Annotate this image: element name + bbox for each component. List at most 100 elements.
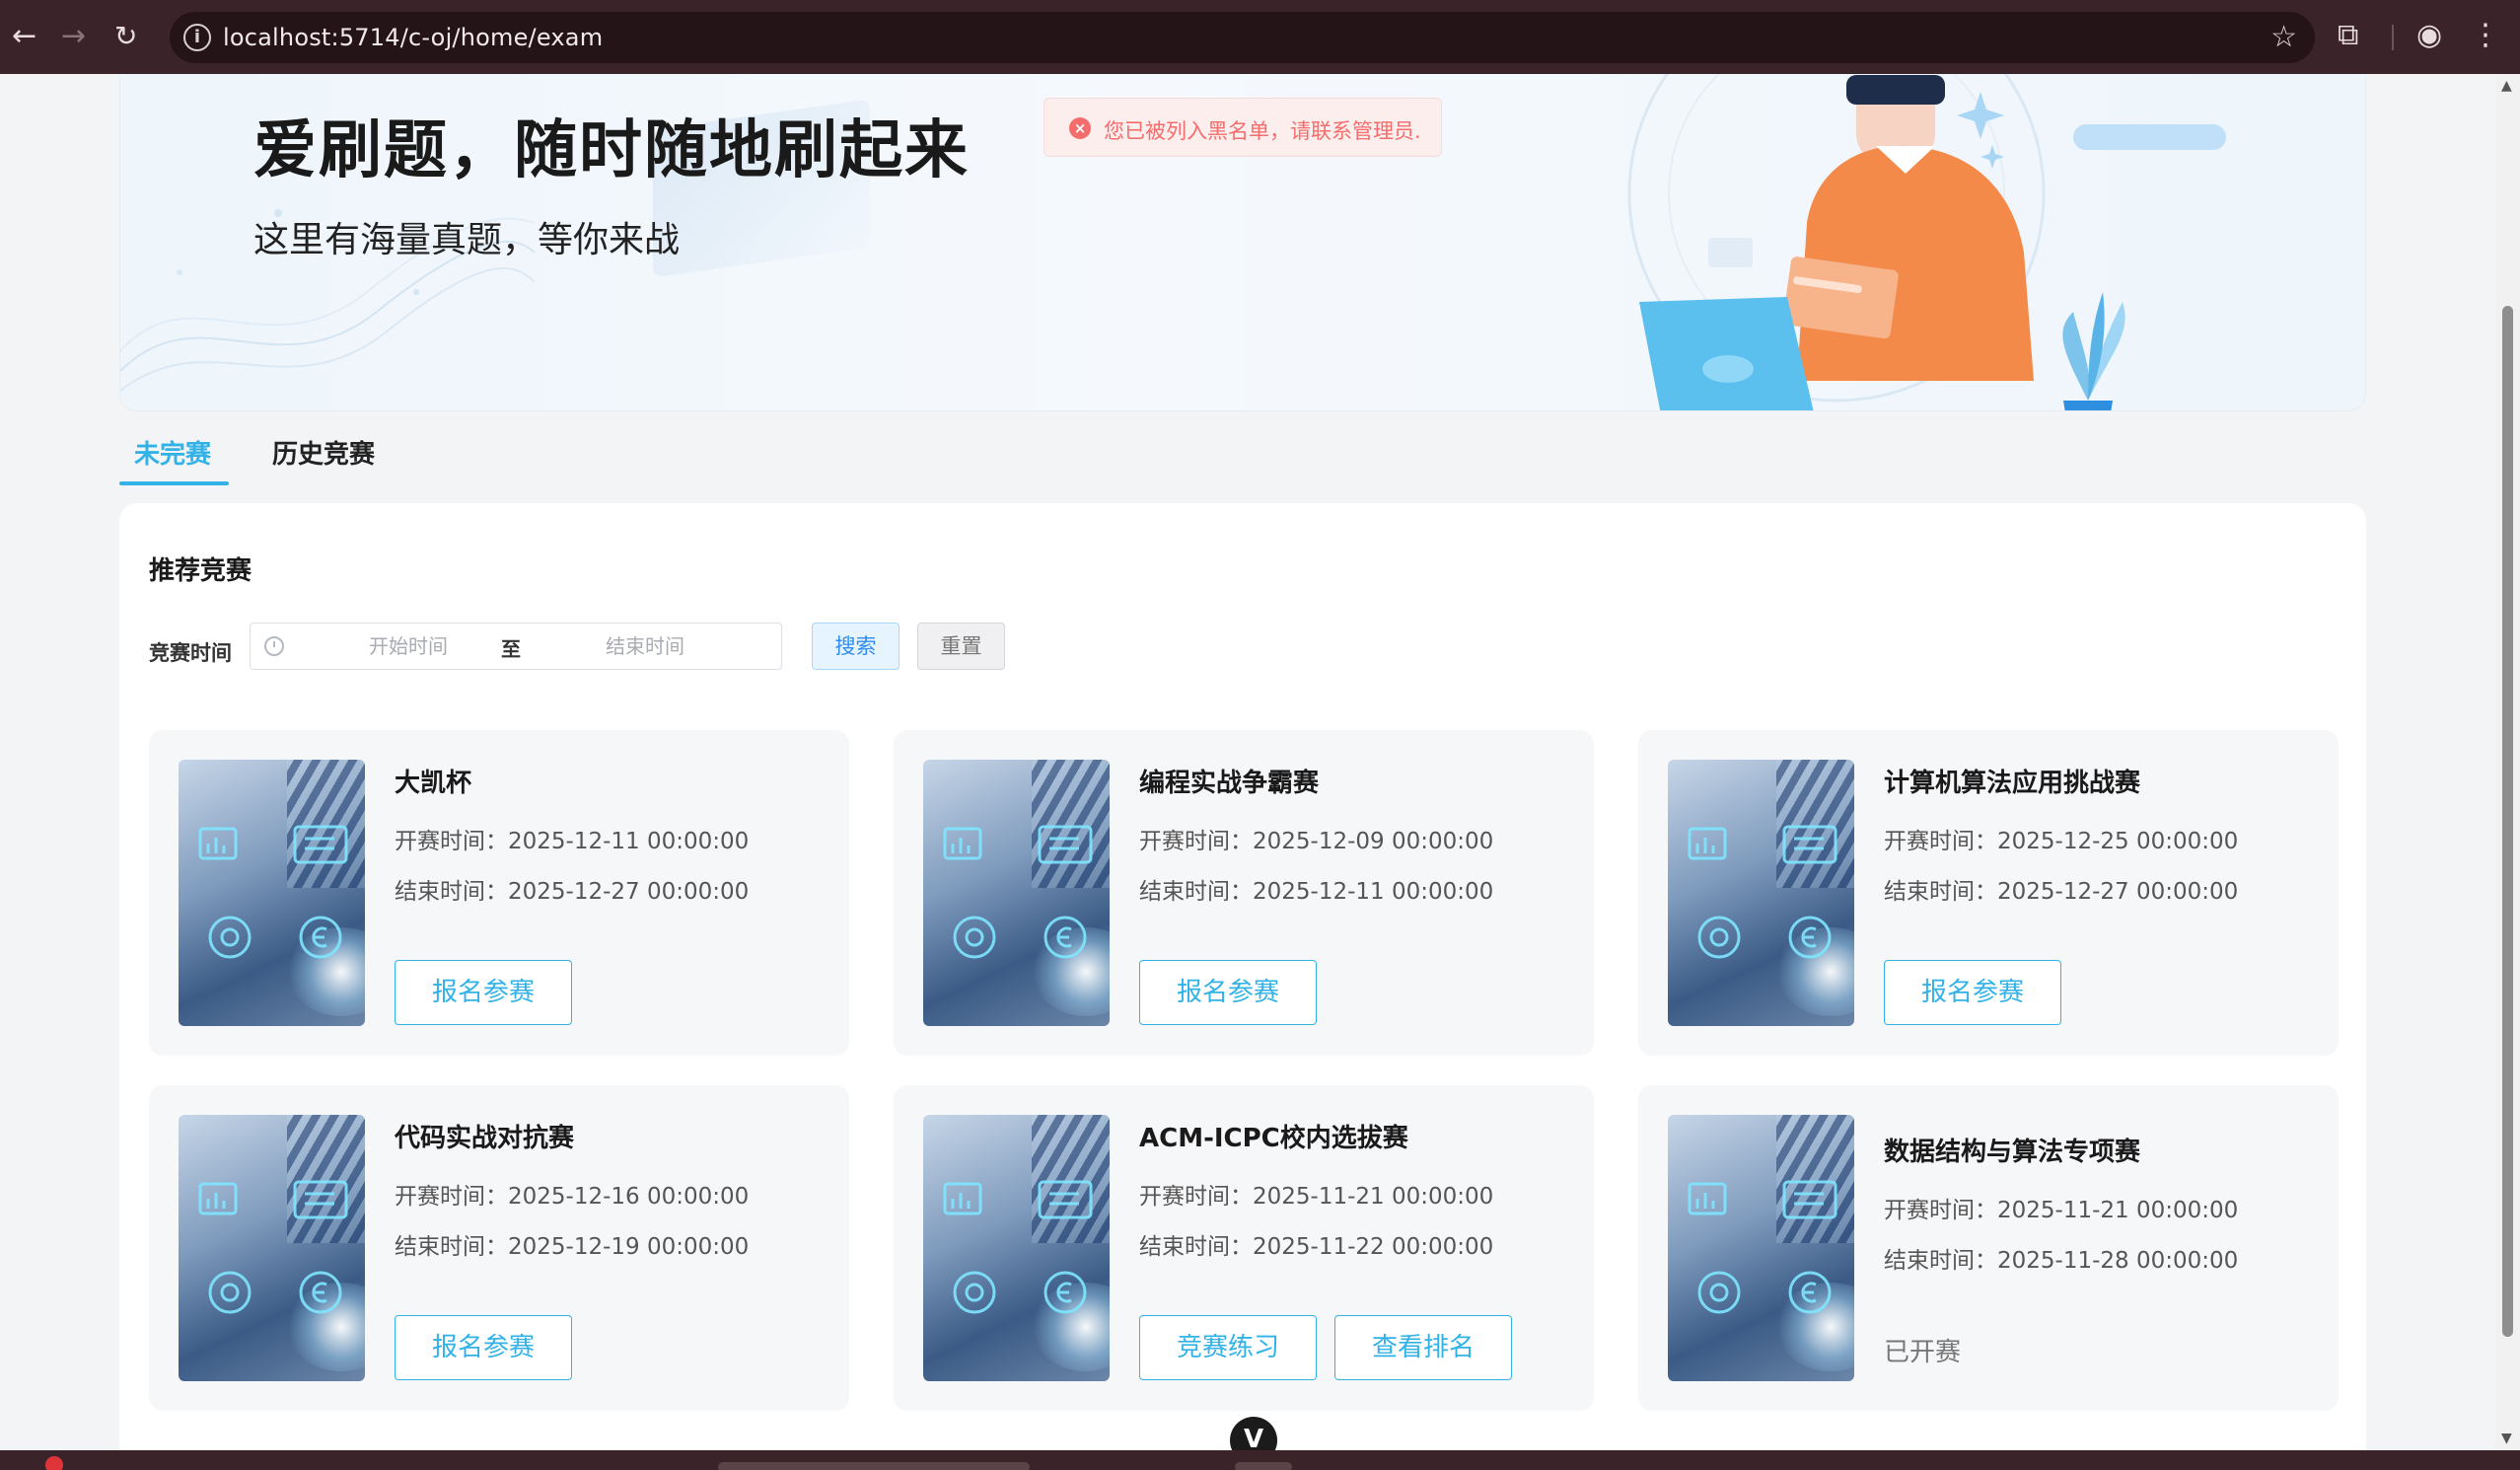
- active-tab-indicator: [119, 481, 229, 485]
- contest-title: ACM-ICPC校内选拔赛: [1139, 1124, 1408, 1153]
- contest-title: 大凯杯: [395, 769, 472, 798]
- start-time-label: 开赛时间：: [395, 1184, 508, 1210]
- start-time-value: 2025-11-21 00:00:00: [1997, 1198, 2239, 1223]
- start-time-label: 开赛时间：: [1884, 1198, 1997, 1223]
- end-time-value: 2025-11-22 00:00:00: [1253, 1234, 1494, 1260]
- contest-end-time: 结束时间：2025-12-11 00:00:00: [1139, 872, 1493, 906]
- contest-end-time: 结束时间：2025-12-27 00:00:00: [395, 872, 749, 906]
- start-time-value: 2025-12-09 00:00:00: [1253, 829, 1494, 854]
- os-taskbar: [0, 1450, 2520, 1470]
- end-time-value: 2025-12-27 00:00:00: [508, 879, 750, 905]
- taskbar-item[interactable]: [1235, 1462, 1292, 1470]
- search-button[interactable]: 搜索: [812, 623, 900, 670]
- contest-thumbnail: [923, 1115, 1110, 1381]
- contest-title: 数据结构与算法专项赛: [1884, 1138, 2141, 1167]
- contest-title: 计算机算法应用挑战赛: [1884, 769, 2141, 798]
- start-time-value: 2025-11-21 00:00:00: [1253, 1184, 1494, 1210]
- end-time-label: 结束时间：: [395, 879, 508, 905]
- start-time-label: 开赛时间：: [395, 829, 508, 854]
- scroll-up-arrow-icon[interactable]: ▲: [2501, 78, 2512, 94]
- filter-label: 竞赛时间: [149, 641, 232, 665]
- page-scrollbar[interactable]: ▲ ▼: [2495, 74, 2520, 1450]
- register-button[interactable]: 报名参赛: [1884, 960, 2061, 1025]
- banner-title: 爱刷题，随时随地刷起来: [253, 114, 970, 187]
- contest-card: 数据结构与算法专项赛 开赛时间：2025-11-21 00:00:00 结束时间：2…: [1638, 1085, 2339, 1411]
- end-date-input[interactable]: [546, 631, 744, 661]
- contest-end-time: 结束时间：2025-11-22 00:00:00: [1139, 1227, 1493, 1261]
- contest-card: ACM-ICPC校内选拔赛 开赛时间：2025-11-21 00:00:00 结束时…: [894, 1085, 1594, 1411]
- register-button[interactable]: 报名参赛: [1139, 960, 1317, 1025]
- contest-end-time: 结束时间：2025-12-19 00:00:00: [395, 1227, 749, 1261]
- site-info-icon[interactable]: i: [183, 24, 211, 51]
- tab-history[interactable]: 历史竞赛: [272, 434, 375, 471]
- contest-start-time: 开赛时间：2025-11-21 00:00:00: [1884, 1191, 2238, 1224]
- contest-start-time: 开赛时间：2025-12-11 00:00:00: [395, 822, 749, 855]
- start-date-input[interactable]: [310, 631, 507, 661]
- contest-thumbnail: [179, 1115, 365, 1381]
- contest-start-time: 开赛时间：2025-12-09 00:00:00: [1139, 822, 1493, 855]
- start-time-label: 开赛时间：: [1884, 829, 1997, 854]
- contest-title: 代码实战对抗赛: [395, 1124, 575, 1153]
- end-time-label: 结束时间：: [1884, 879, 1997, 905]
- contest-start-time: 开赛时间：2025-12-16 00:00:00: [395, 1177, 749, 1211]
- contest-start-time: 开赛时间：2025-11-21 00:00:00: [1139, 1177, 1493, 1211]
- contest-status: 已开赛: [1884, 1338, 1962, 1367]
- contest-thumbnail: [923, 760, 1110, 1026]
- start-time-value: 2025-12-25 00:00:00: [1997, 829, 2239, 854]
- reload-icon[interactable]: ↻: [114, 22, 137, 51]
- contest-thumbnail: [179, 760, 365, 1026]
- app-icon[interactable]: [45, 1456, 63, 1470]
- date-range-picker[interactable]: 至: [250, 623, 782, 670]
- start-time-label: 开赛时间：: [1139, 829, 1253, 854]
- end-time-value: 2025-12-27 00:00:00: [1997, 879, 2239, 905]
- start-time-label: 开赛时间：: [1139, 1184, 1253, 1210]
- banner-subtitle: 这里有海量真题，等你来战: [253, 220, 681, 260]
- toolbar-divider: [2392, 25, 2394, 50]
- clock-icon: [264, 636, 284, 656]
- back-icon[interactable]: ←: [12, 22, 36, 51]
- end-time-value: 2025-11-28 00:00:00: [1997, 1248, 2239, 1274]
- practice-button[interactable]: 竞赛练习: [1139, 1315, 1317, 1380]
- forward-icon[interactable]: →: [61, 22, 86, 51]
- ranking-button[interactable]: 查看排名: [1334, 1315, 1512, 1380]
- range-separator: 至: [501, 637, 521, 661]
- wave-decoration: [120, 209, 535, 392]
- toast-message: 您已被列入黑名单，请联系管理员.: [1104, 119, 1421, 143]
- contest-thumbnail: [1668, 1115, 1854, 1381]
- address-bar[interactable]: i localhost:5714/c-oj/home/exam ☆: [170, 12, 2315, 63]
- contest-card: 编程实战争霸赛 开赛时间：2025-12-09 00:00:00 结束时间：2025…: [894, 730, 1594, 1056]
- error-toast: × 您已被列入黑名单，请联系管理员.: [1044, 98, 1442, 157]
- contest-start-time: 开赛时间：2025-12-25 00:00:00: [1884, 822, 2238, 855]
- bookmark-star-icon[interactable]: ☆: [2270, 20, 2297, 54]
- scroll-thumb[interactable]: [2502, 306, 2513, 1337]
- contest-card: 代码实战对抗赛 开赛时间：2025-12-16 00:00:00 结束时间：2025…: [149, 1085, 849, 1411]
- contest-end-time: 结束时间：2025-11-28 00:00:00: [1884, 1241, 2238, 1275]
- url-text[interactable]: localhost:5714/c-oj/home/exam: [223, 24, 603, 51]
- reset-button[interactable]: 重置: [917, 623, 1005, 670]
- extensions-icon[interactable]: ⧉: [2338, 20, 2358, 51]
- error-circle-icon: ×: [1069, 117, 1091, 139]
- contest-card: 大凯杯开赛时间：2025-12-11 00:00:00 结束时间：2025-12-…: [149, 730, 849, 1056]
- browser-toolbar: ← → ↻ i localhost:5714/c-oj/home/exam ☆ …: [0, 0, 2520, 74]
- start-time-value: 2025-12-16 00:00:00: [508, 1184, 750, 1210]
- section-title: 推荐竞赛: [149, 556, 252, 586]
- end-time-label: 结束时间：: [395, 1234, 508, 1260]
- end-time-label: 结束时间：: [1884, 1248, 1997, 1274]
- end-time-label: 结束时间：: [1139, 1234, 1253, 1260]
- tab-unfinished[interactable]: 未完赛: [134, 434, 211, 471]
- register-button[interactable]: 报名参赛: [395, 1315, 572, 1380]
- contest-card: 计算机算法应用挑战赛 开赛时间：2025-12-25 00:00:00 结束时间：2…: [1638, 730, 2339, 1056]
- contest-title: 编程实战争霸赛: [1139, 769, 1320, 798]
- menu-kebab-icon[interactable]: ⋮: [2471, 20, 2500, 51]
- page-viewport: 爱刷题，随时随地刷起来 这里有海量真题，等你来战 × 您已被列入黑名单，请联系管…: [0, 74, 2495, 1450]
- end-time-value: 2025-12-11 00:00:00: [1253, 879, 1494, 905]
- contest-thumbnail: [1668, 760, 1854, 1026]
- scroll-down-arrow-icon[interactable]: ▼: [2501, 1431, 2512, 1446]
- study-illustration: [1627, 74, 2226, 410]
- register-button[interactable]: 报名参赛: [395, 960, 572, 1025]
- profile-icon[interactable]: ◉: [2416, 20, 2442, 51]
- end-time-label: 结束时间：: [1139, 879, 1253, 905]
- contest-end-time: 结束时间：2025-12-27 00:00:00: [1884, 872, 2238, 906]
- taskbar-item[interactable]: [718, 1462, 1030, 1470]
- end-time-value: 2025-12-19 00:00:00: [508, 1234, 750, 1260]
